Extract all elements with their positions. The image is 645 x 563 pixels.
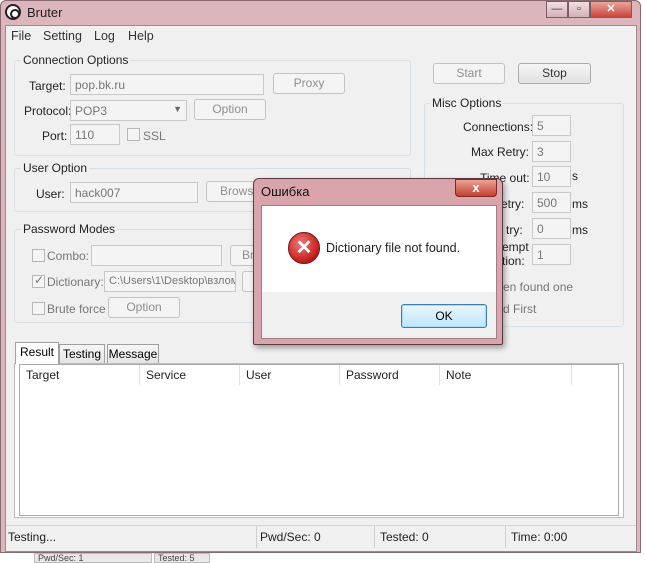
- close-button[interactable]: ✕: [590, 1, 632, 18]
- error-icon: ✕: [288, 232, 320, 264]
- attempt-input[interactable]: 1: [532, 244, 571, 265]
- status-divider: [505, 526, 506, 548]
- dialog-message: Dictionary file not found.: [326, 241, 461, 255]
- menu-log[interactable]: Log: [94, 29, 115, 43]
- column-note[interactable]: Note: [440, 365, 572, 385]
- dialog-message-area: ✕ Dictionary file not found.: [262, 206, 496, 292]
- protocol-value: POP3: [75, 104, 108, 118]
- dictionary-checkbox[interactable]: [32, 273, 45, 288]
- max-retry-input[interactable]: 3: [532, 141, 571, 162]
- user-option-title: User Option: [21, 161, 90, 175]
- combo-checkbox[interactable]: [32, 249, 45, 262]
- brute-force-label: Brute force: [47, 302, 106, 316]
- error-dialog: Ошибка x ✕ Dictionary file not found. OK: [253, 178, 503, 345]
- password-modes-title: Password Modes: [21, 222, 118, 236]
- status-state: Testing...: [8, 530, 57, 544]
- dialog-close-button[interactable]: x: [455, 179, 497, 197]
- ok-button[interactable]: OK: [401, 304, 487, 328]
- app-logo-icon: [5, 4, 21, 20]
- results-table[interactable]: Target Service User Password Note: [14, 363, 624, 518]
- delay-label: try:: [506, 223, 523, 237]
- attempt-label-line2: tion:: [502, 254, 525, 268]
- ssl-label: SSL: [143, 129, 166, 143]
- user-input[interactable]: hack007: [70, 182, 198, 203]
- status-time: Time: 0:00: [511, 530, 568, 544]
- retry-delay-unit: ms: [572, 197, 588, 211]
- tab-result[interactable]: Result: [15, 342, 59, 364]
- proxy-button[interactable]: Proxy: [273, 73, 345, 94]
- connections-input[interactable]: 5: [532, 115, 571, 136]
- background-status-left: Pwd/Sec: 1: [34, 553, 152, 563]
- port-input[interactable]: 110: [70, 124, 120, 145]
- maximize-button[interactable]: ▫: [568, 1, 590, 18]
- brute-force-checkbox[interactable]: [32, 302, 45, 315]
- status-divider: [374, 526, 375, 548]
- dictionary-input[interactable]: C:\Users\1\Desktop\взлом: [104, 271, 236, 292]
- connections-label: Connections:: [463, 120, 534, 134]
- combo-input[interactable]: [91, 245, 222, 266]
- title-bar[interactable]: Bruter — ▫ ✕: [1, 1, 641, 25]
- chevron-down-icon: ▼: [173, 104, 182, 114]
- target-input[interactable]: pop.bk.ru: [70, 74, 264, 95]
- column-user[interactable]: User: [240, 365, 340, 385]
- timeout-unit: s: [572, 169, 578, 183]
- column-target[interactable]: Target: [20, 365, 140, 385]
- dialog-title: Ошибка: [261, 184, 310, 199]
- stop-button[interactable]: Stop: [518, 63, 591, 84]
- status-tested: Tested: 0: [380, 530, 429, 544]
- first-label: d First: [503, 302, 537, 316]
- misc-options-title: Misc Options: [430, 96, 504, 110]
- menu-bar: File Setting Log Help: [6, 26, 636, 46]
- background-status-right: Tested: 5: [154, 553, 210, 563]
- tab-testing[interactable]: Testing: [59, 344, 105, 364]
- attempt-label-line1: empt: [502, 240, 529, 254]
- column-service[interactable]: Service: [140, 365, 240, 385]
- status-pwd-sec: Pwd/Sec: 0: [260, 530, 321, 544]
- user-label: User:: [36, 187, 65, 201]
- target-label: Target:: [29, 79, 66, 93]
- port-label: Port:: [42, 129, 68, 143]
- dialog-body: ✕ Dictionary file not found. OK: [261, 205, 497, 339]
- delay-input[interactable]: 0: [532, 218, 571, 239]
- dictionary-label: Dictionary:: [47, 275, 104, 289]
- menu-file[interactable]: File: [11, 29, 31, 43]
- connection-options-title: Connection Options: [21, 53, 131, 67]
- results-list: Target Service User Password Note: [19, 364, 619, 516]
- start-button[interactable]: Start: [433, 63, 505, 84]
- protocol-select[interactable]: POP3 ▼: [70, 100, 187, 121]
- ssl-checkbox[interactable]: [127, 128, 140, 141]
- brute-option-button[interactable]: Option: [108, 297, 180, 318]
- max-retry-label: Max Retry:: [471, 145, 530, 159]
- status-divider: [256, 526, 257, 548]
- protocol-option-button[interactable]: Option: [194, 99, 266, 120]
- combo-label: Combo:: [47, 249, 90, 263]
- window-title: Bruter: [27, 5, 63, 20]
- minimize-button[interactable]: —: [546, 1, 568, 18]
- tab-message[interactable]: Message: [107, 344, 159, 364]
- retry-delay-input[interactable]: 500: [532, 192, 571, 213]
- column-password[interactable]: Password: [340, 365, 440, 385]
- stop-found-one-label: en found one: [503, 280, 574, 294]
- protocol-label: Protocol:: [24, 104, 72, 118]
- menu-help[interactable]: Help: [128, 29, 154, 43]
- retry-delay-label: etry:: [501, 197, 525, 211]
- menu-setting[interactable]: Setting: [43, 29, 82, 43]
- delay-unit: ms: [572, 223, 588, 237]
- timeout-input[interactable]: 10: [532, 166, 571, 187]
